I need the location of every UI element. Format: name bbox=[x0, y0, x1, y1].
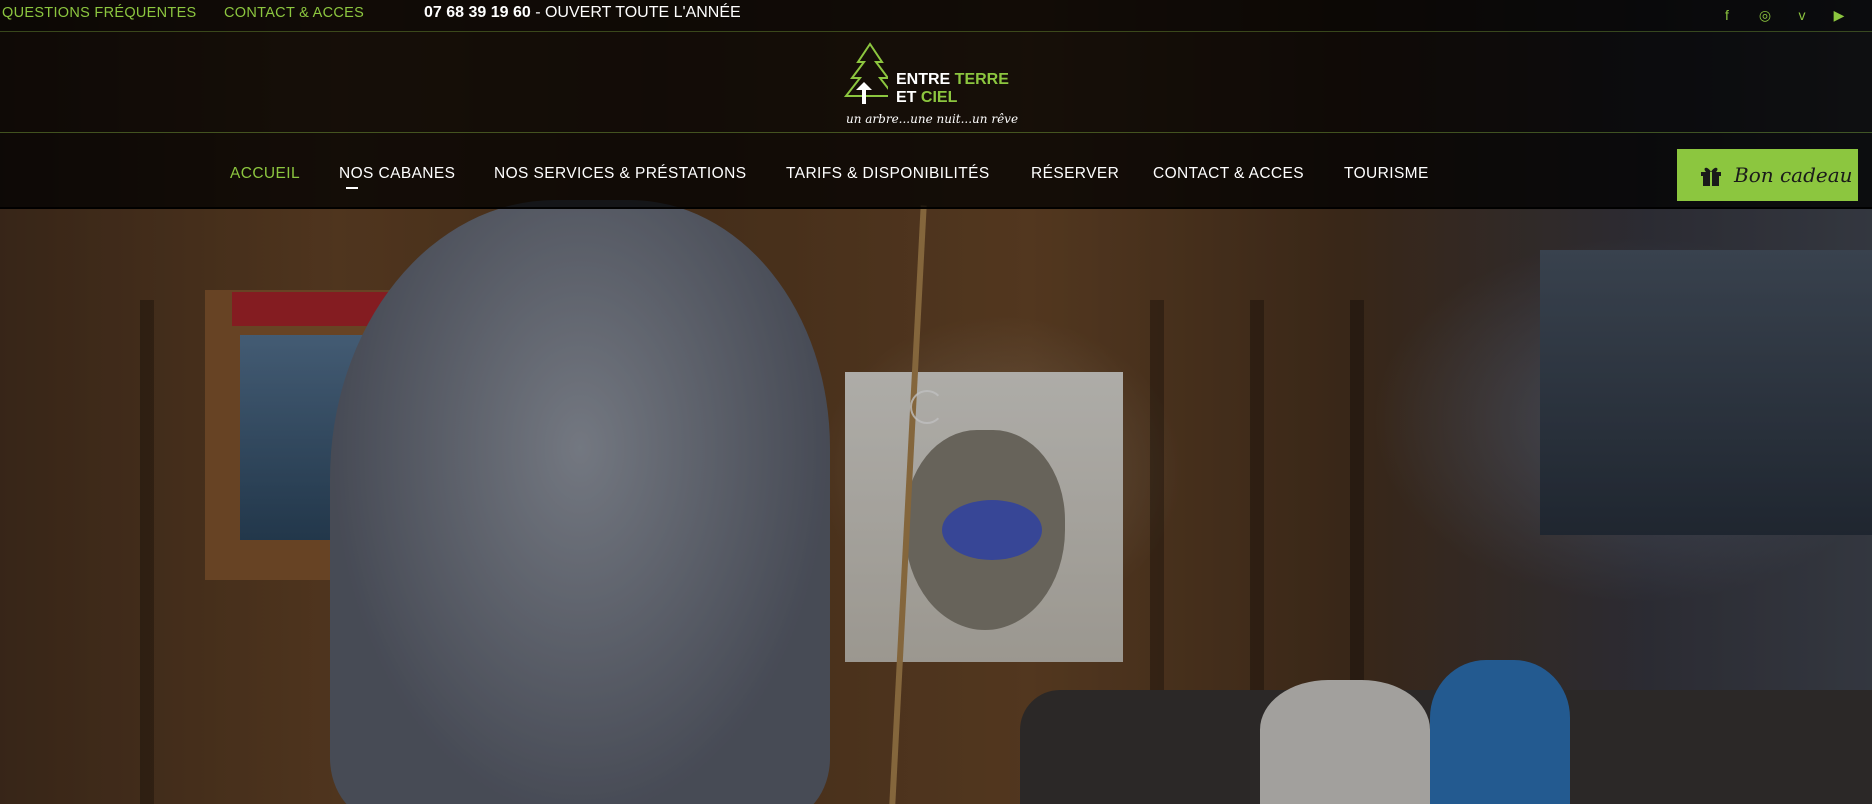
youtube-icon[interactable]: ▶ bbox=[1830, 6, 1848, 24]
tree-logo-icon bbox=[843, 42, 888, 104]
top-contact-link[interactable]: CONTACT & ACCES bbox=[224, 5, 364, 21]
logo-tagline: un arbre...une nuit...un rêve bbox=[846, 112, 1019, 126]
nav-accueil[interactable]: ACCUEIL bbox=[230, 165, 300, 183]
phone-info: 07 68 39 19 60 - OUVERT TOUTE L'ANNÉE bbox=[424, 4, 741, 22]
nav-dropdown-indicator bbox=[346, 187, 358, 189]
nav-nos-cabanes[interactable]: NOS CABANES bbox=[339, 165, 455, 183]
faq-link[interactable]: QUESTIONS FRÉQUENTES bbox=[2, 5, 197, 21]
logo-word-entre: ENTRE bbox=[896, 71, 955, 88]
nav-tourisme[interactable]: TOURISME bbox=[1344, 165, 1429, 183]
facebook-icon[interactable]: f bbox=[1718, 6, 1736, 24]
logo-text-line1: ENTRE TERRE bbox=[896, 71, 1009, 89]
logo-word-et: ET bbox=[896, 89, 921, 106]
vimeo-icon[interactable]: v bbox=[1793, 6, 1811, 24]
phone-number[interactable]: 07 68 39 19 60 bbox=[424, 4, 531, 21]
logo-word-ciel: CIEL bbox=[920, 89, 958, 106]
gift-icon bbox=[1701, 167, 1721, 186]
gift-voucher-label: Bon cadeau bbox=[1734, 163, 1853, 187]
site-logo[interactable]: ENTRE TERRE ET CIEL un arbre...une nuit.… bbox=[838, 42, 1018, 126]
instagram-icon[interactable]: ◎ bbox=[1756, 6, 1774, 24]
opening-hours: - OUVERT TOUTE L'ANNÉE bbox=[530, 4, 741, 21]
main-navigation: ACCUEIL NOS CABANES NOS SERVICES & PRÉST… bbox=[0, 133, 1872, 209]
logo-band: ENTRE TERRE ET CIEL un arbre...une nuit.… bbox=[0, 32, 1872, 133]
nav-services[interactable]: NOS SERVICES & PRÉSTATIONS bbox=[494, 165, 746, 183]
gift-voucher-button[interactable]: Bon cadeau bbox=[1677, 149, 1858, 201]
logo-text-line2: ET CIEL bbox=[896, 89, 957, 107]
top-info-bar: QUESTIONS FRÉQUENTES CONTACT & ACCES 07 … bbox=[0, 0, 1872, 32]
nav-reserver[interactable]: RÉSERVER bbox=[1031, 165, 1119, 183]
nav-tarifs[interactable]: TARIFS & DISPONIBILITÉS bbox=[786, 165, 990, 183]
nav-contact[interactable]: CONTACT & ACCES bbox=[1153, 165, 1304, 183]
logo-word-terre: TERRE bbox=[954, 71, 1009, 88]
